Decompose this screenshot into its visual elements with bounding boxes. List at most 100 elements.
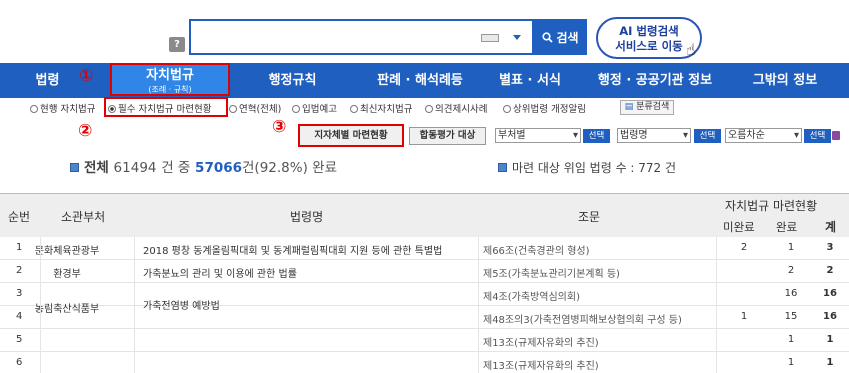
save-icon[interactable]: [832, 131, 840, 140]
nav-item-other-info[interactable]: 그밖의 정보: [735, 63, 835, 98]
keyboard-icon[interactable]: [481, 34, 499, 42]
option-opinions[interactable]: 의견제시사례: [425, 101, 487, 115]
col-divider: [478, 237, 479, 373]
radio-icon: [425, 105, 433, 113]
category-search-icon: ▤: [624, 102, 634, 112]
table-row[interactable]: 6 제13조(규제자유화의 추진) 1 1: [0, 352, 849, 373]
hand-cursor-icon: ☝: [686, 40, 696, 59]
cell-total: 16: [823, 311, 837, 322]
cell-done: 16: [784, 288, 798, 299]
annotation-1: ①: [79, 66, 94, 86]
table-header: 순번 소관부처 법령명 조문 자치법규 마련현황 미완료 완료 계: [0, 193, 849, 237]
nav-item-forms[interactable]: 별표 · 서식: [480, 63, 580, 98]
col-seq: 순번: [8, 210, 31, 224]
cell-article-link[interactable]: 제13조(규제자유화의 추진): [483, 357, 599, 372]
table-row[interactable]: 1 문화체육관광부 2018 평창 동계올림픽대회 및 동계패럴림픽대회 지원 …: [0, 237, 849, 260]
cell-done: 15: [784, 311, 798, 322]
ministry-select-button[interactable]: 선택: [583, 129, 610, 143]
option-label: 입법예고: [302, 104, 337, 115]
summary-target-count: 마련 대상 위임 법령 수 : 772 건: [498, 159, 676, 176]
summary-done-count: 57066: [195, 160, 243, 176]
summary-mid: 건 중: [161, 160, 191, 176]
option-latest[interactable]: 최신자치법규: [350, 101, 412, 115]
search-button[interactable]: 검색: [534, 19, 587, 55]
cell-article-link[interactable]: 제4조(가축방역심의회): [483, 288, 580, 303]
cell-seq: 6: [16, 357, 23, 368]
cell-total: 2: [826, 265, 834, 276]
cell-total: 1: [826, 334, 834, 345]
sort-order-select[interactable]: 오름차순: [725, 128, 802, 143]
law-name-select[interactable]: 법령명: [617, 128, 691, 143]
chevron-down-icon[interactable]: [513, 35, 521, 40]
radio-icon: [229, 105, 237, 113]
nav-item-public-info[interactable]: 행정 · 공공기관 정보: [580, 63, 730, 98]
cell-article-link[interactable]: 제5조(가축분뇨관리기본계획 등): [483, 265, 620, 280]
option-current[interactable]: 현행 자치법규: [30, 101, 95, 115]
col-undone: 미완료: [723, 220, 755, 234]
table-row[interactable]: 2 환경부 가축분뇨의 관리 및 이용에 관한 법률 제5조(가축분뇨관리기본계…: [0, 260, 849, 283]
summary-prefix: 전체: [84, 160, 109, 176]
bullet-icon: [70, 163, 79, 172]
cell-undone: 2: [740, 242, 748, 253]
cell-law-merged-link[interactable]: 가축전염병 예방법: [143, 297, 220, 312]
radio-icon: [350, 105, 358, 113]
cell-dept: 환경부: [53, 269, 81, 280]
summary-percent: 건(92.8%) 완료: [242, 160, 337, 176]
radio-icon: [503, 105, 511, 113]
summary-total: 전체 61494 건 중 57066건(92.8%) 완료: [70, 156, 337, 176]
category-search-button[interactable]: ▤ 분류검색: [620, 100, 674, 115]
bullet-icon: [498, 163, 507, 172]
option-label: 연혁(전체): [239, 104, 282, 115]
ai-search-line1: AI 법령검색: [619, 24, 679, 38]
cell-law-link[interactable]: 2018 평창 동계올림픽대회 및 동계패럴림픽대회 지원 등에 관한 특별법: [143, 242, 442, 257]
search-input[interactable]: [189, 19, 534, 55]
table-row[interactable]: 5 제13조(규제자유화의 추진) 1 1: [0, 329, 849, 352]
col-divider: [716, 237, 717, 373]
law-name-select-button[interactable]: 선택: [694, 129, 721, 143]
ai-search-line2: 서비스로 이동: [615, 39, 683, 53]
col-divider: [40, 237, 41, 373]
nav-item-admin-rules[interactable]: 행정규칙: [245, 63, 340, 98]
col-divider: [134, 237, 135, 373]
option-parent-revision[interactable]: 상위법령 개정알림: [503, 101, 586, 115]
cell-done: 2: [787, 265, 795, 276]
radio-icon: [30, 105, 38, 113]
option-label: 상위법령 개정알림: [513, 104, 586, 115]
cell-seq: 5: [16, 334, 23, 345]
option-highlight: [104, 97, 228, 117]
cell-total: 1: [826, 357, 834, 368]
local-status-button[interactable]: 지자체별 마련현황: [298, 124, 404, 147]
search-icon: [542, 31, 554, 43]
col-article: 조문: [578, 210, 601, 224]
nav-item-precedents[interactable]: 판례 · 해석례등: [355, 63, 485, 98]
cell-done: 1: [787, 242, 795, 253]
cell-article-link[interactable]: 제48조의3(가축전염병피해보상협의회 구성 등): [483, 311, 682, 326]
cell-law-link[interactable]: 가축분뇨의 관리 및 이용에 관한 법률: [143, 265, 297, 280]
col-done: 완료: [776, 220, 798, 234]
joint-eval-button[interactable]: 합동평가 대상: [409, 127, 486, 145]
option-label: 최신자치법규: [360, 104, 413, 115]
ministry-select[interactable]: 부처별: [495, 128, 581, 143]
cell-undone: 1: [740, 311, 748, 322]
cell-total: 3: [826, 242, 834, 253]
sort-order-select-button[interactable]: 선택: [804, 129, 831, 143]
summary-target-text: 마련 대상 위임 법령 수 : 772 건: [512, 161, 677, 175]
cell-seq: 3: [16, 288, 23, 299]
option-history[interactable]: 연혁(전체): [229, 101, 281, 115]
search-button-label: 검색: [556, 30, 579, 45]
option-legislative-notice[interactable]: 입법예고: [292, 101, 337, 115]
cell-done: 1: [787, 334, 795, 345]
option-label: 의견제시사례: [435, 104, 488, 115]
option-label: 현행 자치법규: [40, 104, 96, 115]
col-dept: 소관부처: [61, 210, 106, 224]
nav-item-local-laws-sub: (조례 · 규칙): [148, 85, 192, 94]
cell-article-link[interactable]: 제13조(규제자유화의 추진): [483, 334, 599, 349]
nav-item-local-laws[interactable]: 자치법규 (조례 · 규칙): [110, 63, 230, 96]
category-search-label: 분류검색: [636, 102, 670, 112]
radio-icon: [292, 105, 300, 113]
annotation-3: ③: [272, 117, 287, 137]
cell-article-link[interactable]: 제66조(건축경관의 형성): [483, 242, 590, 257]
col-law: 법령명: [290, 210, 324, 224]
cell-done: 1: [787, 357, 795, 368]
help-button[interactable]: ?: [169, 37, 185, 52]
